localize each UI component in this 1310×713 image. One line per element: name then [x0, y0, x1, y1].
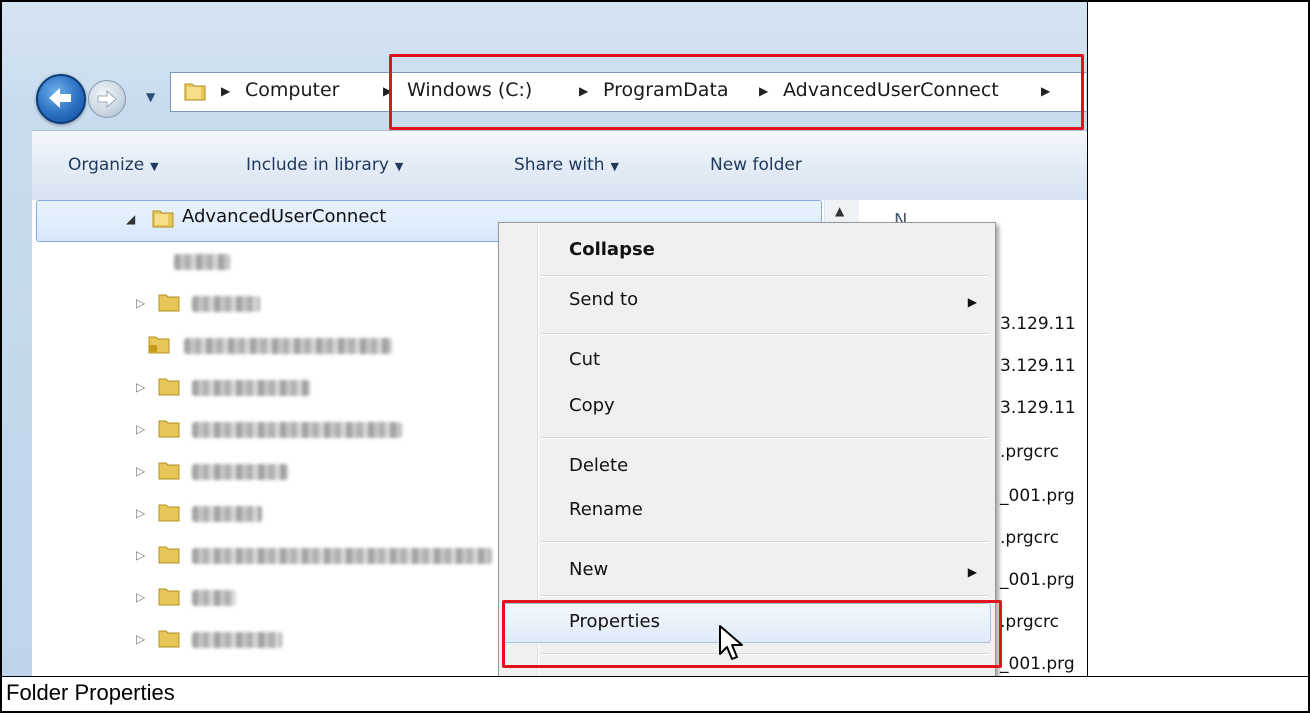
menu-separator	[541, 541, 989, 543]
collapsed-triangle-icon[interactable]: ▷	[136, 506, 145, 520]
chevron-down-icon: ▼	[610, 160, 619, 173]
breadcrumb-computer[interactable]: Computer	[245, 79, 339, 101]
menu-item-new[interactable]: New	[569, 559, 608, 580]
file-name[interactable]: _001.prg	[1000, 654, 1075, 674]
organize-label: Organize	[68, 155, 145, 175]
chevron-down-icon: ▼	[150, 160, 159, 173]
redacted-tree-item	[192, 464, 288, 480]
file-name[interactable]: .prgcrc	[1000, 528, 1059, 548]
redacted-tree-item	[192, 422, 402, 438]
organize-button[interactable]: Organize ▼	[68, 155, 159, 175]
redacted-tree-item	[184, 338, 392, 354]
locked-folder-icon	[148, 336, 170, 354]
collapsed-triangle-icon[interactable]: ▷	[136, 380, 145, 394]
menu-item-copy[interactable]: Copy	[569, 395, 615, 416]
table-divider	[1087, 0, 1088, 676]
redacted-tree-item	[174, 254, 230, 270]
folder-icon	[158, 630, 180, 648]
file-name[interactable]: _001.prg	[1000, 486, 1075, 506]
file-name[interactable]: .prgcrc	[1000, 612, 1059, 632]
back-arrow-icon	[49, 88, 71, 108]
menu-item-cut[interactable]: Cut	[569, 349, 600, 370]
menu-separator	[541, 275, 989, 277]
share-with-button[interactable]: Share with ▼	[514, 155, 619, 175]
figure-caption: Folder Properties	[6, 680, 175, 705]
chevron-down-icon: ▼	[394, 160, 404, 173]
redacted-tree-item	[192, 548, 492, 564]
history-dropdown-icon[interactable]: ▼	[146, 90, 155, 104]
forward-button[interactable]	[88, 80, 126, 118]
folder-icon	[158, 378, 180, 396]
include-in-library-button[interactable]: Include in library ▼	[246, 155, 403, 175]
folder-icon	[158, 546, 180, 564]
tree-item-label: AdvancedUserConnect	[182, 206, 387, 227]
collapsed-triangle-icon[interactable]: ▷	[136, 590, 145, 604]
scroll-up-icon[interactable]: ▲	[835, 204, 844, 218]
folder-icon	[152, 210, 174, 228]
submenu-arrow-icon: ▶	[967, 565, 977, 579]
menu-item-send-to[interactable]: Send to	[569, 289, 638, 310]
menu-separator	[541, 595, 989, 597]
folder-icon	[158, 504, 180, 522]
collapsed-triangle-icon[interactable]: ▷	[136, 422, 145, 436]
folder-icon	[184, 83, 206, 101]
collapsed-triangle-icon[interactable]: ▷	[136, 464, 145, 478]
redacted-tree-item	[192, 590, 236, 606]
menu-item-collapse[interactable]: Collapse	[569, 239, 655, 260]
folder-icon	[158, 294, 180, 312]
command-bar: Organize ▼ Include in library ▼ Share with…	[32, 130, 1087, 202]
file-name[interactable]: 3.129.11	[1000, 398, 1076, 418]
file-name[interactable]: .prgcrc	[1000, 442, 1059, 462]
file-name[interactable]: _001.prg	[1000, 570, 1075, 590]
table-divider	[0, 676, 1310, 677]
new-folder-button[interactable]: New folder	[710, 155, 802, 175]
redacted-tree-item	[192, 506, 262, 522]
menu-separator	[541, 437, 989, 439]
file-name[interactable]: 3.129.11	[1000, 356, 1076, 376]
menu-item-delete[interactable]: Delete	[569, 455, 628, 476]
collapsed-triangle-icon[interactable]: ▷	[136, 632, 145, 646]
redacted-tree-item	[192, 632, 282, 648]
include-in-library-label: Include in library	[246, 155, 389, 175]
file-name[interactable]: 3.129.11	[1000, 314, 1076, 334]
menu-separator	[541, 333, 989, 335]
forward-arrow-icon	[97, 89, 117, 109]
breadcrumb-separator-icon: ▶	[221, 84, 231, 98]
properties-highlight-box	[502, 600, 1002, 668]
expanded-triangle-icon[interactable]: ◢	[126, 212, 135, 226]
menu-item-rename[interactable]: Rename	[569, 499, 643, 520]
back-button[interactable]	[36, 74, 86, 124]
folder-icon	[158, 462, 180, 480]
share-with-label: Share with	[514, 155, 605, 175]
folder-icon	[158, 420, 180, 438]
address-highlight-box	[389, 54, 1084, 130]
folder-icon	[158, 588, 180, 606]
collapsed-triangle-icon[interactable]: ▷	[136, 548, 145, 562]
submenu-arrow-icon: ▶	[967, 295, 977, 309]
explorer-window: ▼ ▶ Computer ▶ Windows (C:) ▶ ProgramDat…	[2, 2, 1087, 676]
redacted-tree-item	[192, 296, 260, 312]
collapsed-triangle-icon[interactable]: ▷	[136, 296, 145, 310]
redacted-tree-item	[192, 380, 310, 396]
